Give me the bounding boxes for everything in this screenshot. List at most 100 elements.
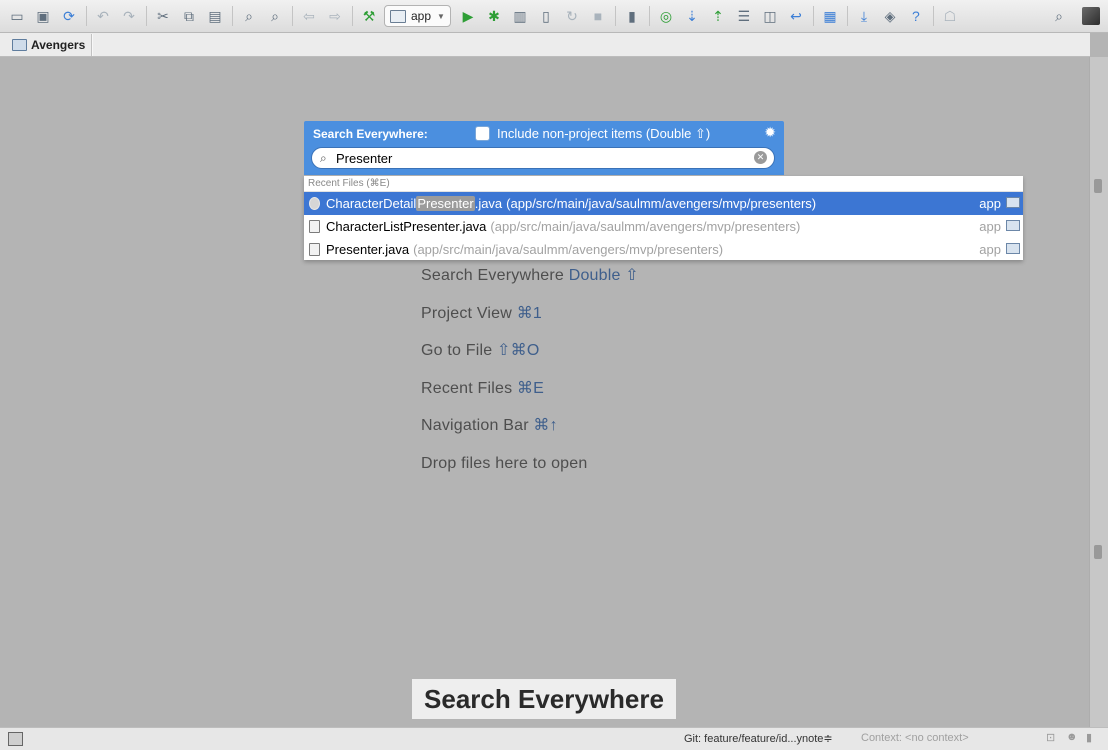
vcs-commit-icon[interactable]: ⇡: [707, 5, 729, 27]
tool-windows-toggle-icon[interactable]: [8, 732, 23, 746]
toolbar-separator: [146, 6, 147, 26]
vcs-update-icon[interactable]: ⇣: [681, 5, 703, 27]
gear-icon[interactable]: ✹: [764, 124, 776, 141]
editor-scrollbar[interactable]: [1089, 57, 1108, 727]
result-path: (app/src/main/java/saulmm/avengers/mvp/p…: [490, 219, 801, 234]
hint-label: Navigation Bar: [421, 417, 529, 435]
revert-icon[interactable]: ↩: [785, 5, 807, 27]
result-item[interactable]: CharacterDetailPresenter.java (app/src/m…: [304, 192, 1023, 215]
result-name: CharacterDetailPresenter.java: [326, 196, 503, 211]
toolbar-separator: [932, 6, 934, 26]
git-branch-widget[interactable]: Git: feature/feature/id...ynote≑: [684, 732, 833, 745]
layers-icon[interactable]: ◈: [879, 5, 901, 27]
module-folder-icon: [1006, 197, 1020, 208]
open-folder-icon[interactable]: ▭: [6, 5, 28, 27]
search-input[interactable]: ⌕ Presenter ✕: [311, 147, 775, 169]
java-class-icon: [309, 197, 320, 210]
search-query[interactable]: Presenter: [336, 151, 392, 166]
run-icon[interactable]: ▶: [457, 5, 479, 27]
breadcrumb-project[interactable]: Avengers: [0, 33, 93, 56]
result-path: (app/src/main/java/saulmm/avengers/mvp/p…: [413, 242, 724, 257]
result-name: CharacterListPresenter.java: [326, 219, 487, 234]
toolbar-separator: [86, 6, 87, 26]
toolbar-separator: [292, 6, 293, 26]
toolbar-right: ⌕: [1048, 5, 1100, 27]
search-icon[interactable]: ⌕: [1048, 5, 1070, 27]
save-icon[interactable]: ▣: [32, 5, 54, 27]
attach-debugger-icon[interactable]: ▯: [535, 5, 557, 27]
hint-shortcut: ⇧⌘O: [497, 342, 540, 360]
inspector-icon[interactable]: ☻: [1066, 731, 1078, 744]
replace-icon[interactable]: ⌕: [264, 5, 286, 27]
hint-go-to-file: Go to File ⇧⌘O: [421, 341, 639, 379]
run-configuration-label: app: [411, 9, 432, 23]
gradle-sync-icon[interactable]: ◎: [655, 5, 677, 27]
find-icon[interactable]: ⌕: [238, 5, 260, 27]
result-module: app: [979, 219, 1001, 234]
main-toolbar: ▭ ▣ ⟳ ↶ ↷ ✂ ⧉ ▤ ⌕ ⌕ ⇦ ⇨ ⚒ app ▼ ▶ ✱ ▥ ▯ …: [0, 0, 1108, 33]
back-icon[interactable]: ⇦: [298, 5, 320, 27]
section-header: Recent Files (⌘E): [304, 176, 1023, 192]
cut-icon[interactable]: ✂: [152, 5, 174, 27]
undo-icon[interactable]: ↶: [92, 5, 114, 27]
run-configuration-select[interactable]: app ▼: [384, 5, 451, 27]
sdk-manager-icon[interactable]: ▮: [621, 5, 643, 27]
hint-label: Drop files here to open: [421, 454, 588, 472]
android-device-icon[interactable]: ☖: [939, 5, 961, 27]
include-non-project-checkbox[interactable]: [475, 126, 490, 141]
paste-icon[interactable]: ▤: [204, 5, 226, 27]
build-hammer-icon[interactable]: ⚒: [358, 5, 380, 27]
toolbar-separator: [232, 6, 233, 26]
result-module: app: [979, 242, 1001, 257]
profile-icon[interactable]: ▥: [509, 5, 531, 27]
vcs-history-icon[interactable]: ☰: [733, 5, 755, 27]
chevron-down-icon: ▼: [437, 11, 445, 21]
result-path: (app/src/main/java/saulmm/avengers/mvp/p…: [506, 196, 817, 211]
toolbar-separator: [648, 6, 650, 26]
download-icon[interactable]: ⤓: [853, 5, 875, 27]
module-folder-icon: [1006, 243, 1020, 254]
result-item[interactable]: Presenter.java (app/src/main/java/saulmm…: [304, 238, 1023, 261]
empty-editor-hints: Search Everywhere Double ⇧ Project View …: [421, 266, 639, 492]
caption-overlay: Search Everywhere: [412, 679, 676, 719]
status-icons: ⊡ ☻ ▮: [1038, 731, 1098, 744]
include-non-project-label[interactable]: Include non-project items (Double ⇧): [497, 126, 710, 142]
search-results-list: Recent Files (⌘E) CharacterDetailPresent…: [304, 176, 1023, 260]
rerun-icon[interactable]: ↻: [561, 5, 583, 27]
hint-label: Search Everywhere: [421, 267, 565, 284]
compare-icon[interactable]: ◫: [759, 5, 781, 27]
search-everywhere-popup: Search Everywhere: Include non-project i…: [304, 121, 784, 175]
lock-icon[interactable]: ⊡: [1046, 731, 1058, 744]
breadcrumb-label: Avengers: [31, 37, 86, 52]
toolbar-separator: [812, 6, 814, 26]
scroll-marker: [1094, 545, 1102, 559]
hint-label: Recent Files: [421, 379, 513, 397]
stop-icon[interactable]: ■: [587, 5, 609, 27]
hint-drop-files: Drop files here to open: [421, 454, 639, 492]
hint-navigation-bar: Navigation Bar ⌘↑: [421, 416, 639, 454]
hint-label: Go to File: [421, 342, 493, 360]
hint-label: Project View: [421, 304, 513, 322]
debug-icon[interactable]: ✱: [483, 5, 505, 27]
clear-search-icon[interactable]: ✕: [754, 151, 767, 164]
structure-icon[interactable]: ▦: [819, 5, 841, 27]
hint-search-everywhere: Search Everywhere Double ⇧: [421, 266, 639, 304]
status-bar: Git: feature/feature/id...ynote≑ Context…: [0, 727, 1108, 750]
redo-icon[interactable]: ↷: [118, 5, 140, 27]
java-file-icon: [309, 220, 320, 233]
event-log-icon[interactable]: ▮: [1086, 731, 1098, 744]
java-file-icon: [309, 243, 320, 256]
match-highlight: Presenter: [416, 196, 475, 211]
left-tool-strip: [0, 57, 6, 677]
hint-project-view: Project View ⌘1: [421, 304, 639, 342]
toolbar-separator: [614, 6, 616, 26]
forward-icon[interactable]: ⇨: [324, 5, 346, 27]
sync-icon[interactable]: ⟳: [58, 5, 80, 27]
copy-icon[interactable]: ⧉: [178, 5, 200, 27]
avatar[interactable]: [1082, 7, 1100, 25]
result-item[interactable]: CharacterListPresenter.java (app/src/mai…: [304, 215, 1023, 238]
context-widget[interactable]: Context: <no context>: [861, 732, 969, 744]
scroll-marker: [1094, 179, 1102, 193]
hint-shortcut: ⌘↑: [533, 417, 558, 435]
help-icon[interactable]: ?: [905, 5, 927, 27]
